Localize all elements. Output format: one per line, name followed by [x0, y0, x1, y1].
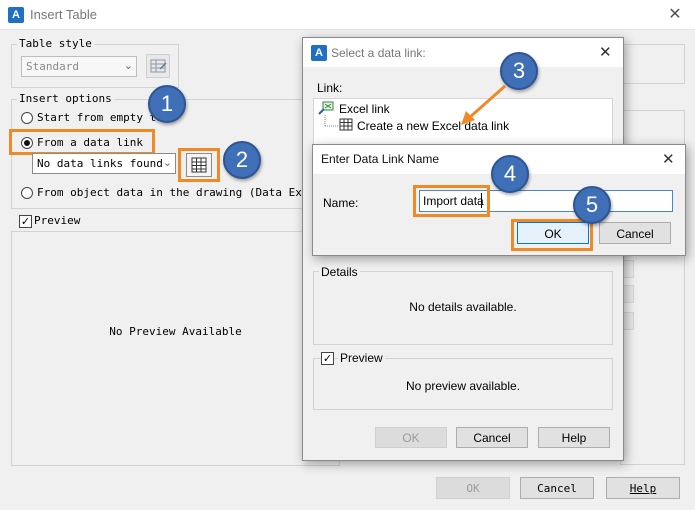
dialog-preview-text: No preview available. — [405, 379, 521, 393]
select-link-help-button[interactable]: Help — [538, 427, 610, 448]
radio-data-link[interactable] — [21, 137, 33, 149]
data-link-manager-icon — [191, 157, 207, 173]
preview-label: Preview — [34, 214, 81, 227]
main-help-button[interactable]: Help — [606, 477, 680, 499]
callout-1: 1 — [148, 85, 186, 123]
main-window-title: Insert Table — [30, 7, 97, 22]
callout-4: 4 — [491, 155, 529, 193]
details-label: Details — [319, 265, 360, 279]
callout-2: 2 — [223, 141, 261, 179]
insert-options-label: Insert options — [17, 92, 114, 105]
enter-name-ok-button[interactable]: OK — [517, 222, 589, 244]
main-close-icon[interactable]: ✕ — [664, 4, 686, 26]
option-data-link-label[interactable]: From a data link — [37, 136, 143, 149]
launch-data-link-manager-button[interactable] — [186, 153, 212, 177]
preview-area — [11, 231, 340, 466]
table-style-combo[interactable]: Standard ⌄ — [21, 56, 137, 77]
enter-name-close-icon[interactable]: ✕ — [662, 150, 675, 168]
chevron-down-icon: ⌄ — [123, 59, 133, 72]
select-data-link-close-icon[interactable]: ✕ — [599, 43, 612, 61]
data-link-value: No data links found — [37, 157, 163, 170]
table-style-value: Standard — [26, 60, 79, 73]
option-object-data-label[interactable]: From object data in the drawing (Data Ex… — [37, 186, 302, 199]
table-style-label: Table style — [17, 37, 94, 50]
details-text: No details available. — [409, 300, 517, 314]
dialog-preview-checkbox[interactable]: ✓ — [321, 352, 334, 365]
tree-item-excel-link[interactable]: Excel link — [339, 102, 390, 116]
app-icon: A — [311, 45, 327, 61]
callout-3: 3 — [500, 52, 538, 90]
no-preview-text: No Preview Available — [109, 325, 242, 338]
main-titlebar — [0, 0, 695, 30]
enter-name-cancel-button[interactable]: Cancel — [599, 222, 671, 244]
option-empty-table-label[interactable]: Start from empty table — [37, 111, 160, 124]
select-data-link-title: Select a data link: — [331, 46, 426, 60]
link-label: Link: — [317, 81, 343, 95]
select-link-cancel-button[interactable]: Cancel — [456, 427, 528, 448]
highlight-name-input — [413, 185, 490, 217]
radio-empty-table[interactable] — [21, 112, 33, 124]
create-excel-link-icon — [339, 118, 353, 131]
table-style-dialog-button[interactable] — [146, 54, 170, 78]
chevron-down-icon: ⌄ — [162, 156, 172, 169]
enter-name-title: Enter Data Link Name — [321, 152, 440, 166]
main-ok-button[interactable]: OK — [436, 477, 510, 499]
right-group-top — [620, 44, 685, 84]
app-icon: A — [8, 7, 24, 23]
preview-checkbox[interactable]: ✓ — [19, 215, 32, 228]
select-link-ok-button[interactable]: OK — [375, 427, 447, 448]
callout-5: 5 — [573, 186, 611, 224]
name-label: Name: — [323, 196, 359, 210]
dialog-preview-label: Preview — [338, 351, 385, 365]
radio-object-data[interactable] — [21, 187, 33, 199]
table-style-icon — [150, 59, 167, 73]
callout-arrow — [461, 84, 506, 125]
data-link-combo[interactable]: No data links found ⌄ — [32, 153, 176, 174]
excel-link-icon — [318, 101, 334, 115]
main-cancel-button[interactable]: Cancel — [520, 477, 594, 499]
